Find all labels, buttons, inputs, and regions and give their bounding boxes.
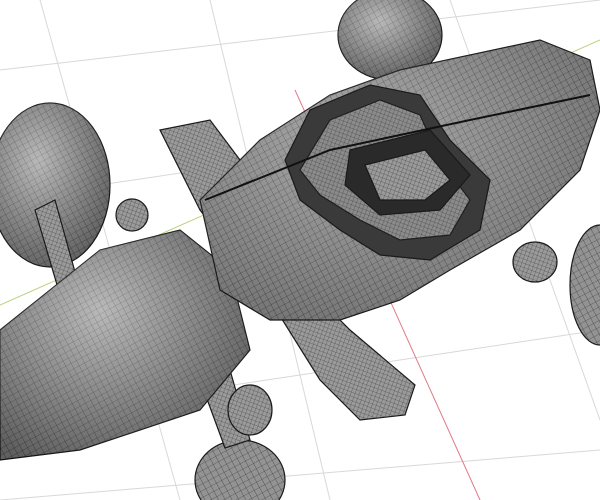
wheel-right[interactable] (569, 224, 600, 346)
mount-bottom (227, 384, 273, 436)
mount-left (115, 198, 149, 232)
vehicle-model[interactable] (0, 0, 600, 500)
mount-right (512, 241, 558, 283)
viewport-canvas[interactable] (0, 0, 600, 500)
3d-viewport[interactable] (0, 0, 600, 500)
wheel-bottom[interactable] (194, 439, 286, 500)
